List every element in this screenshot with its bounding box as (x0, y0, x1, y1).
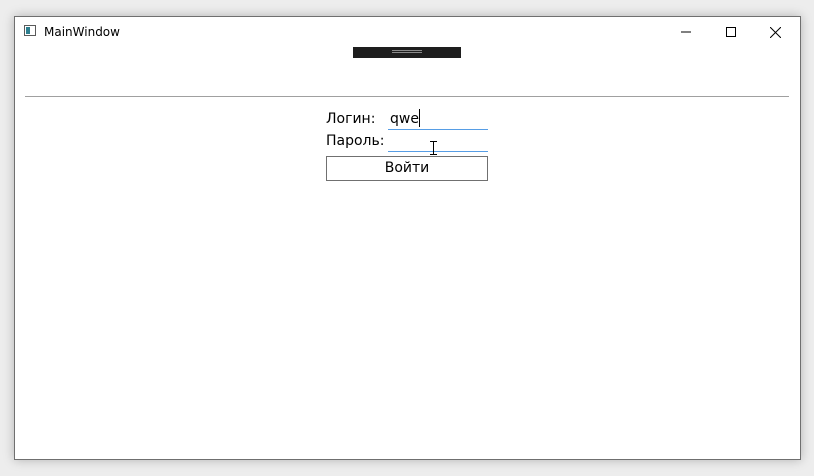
grip-icon (392, 50, 422, 53)
login-input-value: qwe (390, 111, 419, 127)
maximize-button[interactable] (708, 17, 753, 47)
minimize-icon (680, 31, 691, 33)
text-caret (419, 109, 420, 127)
login-input[interactable]: qwe (388, 109, 488, 130)
minimize-button[interactable] (663, 17, 708, 47)
maximize-icon (725, 27, 736, 37)
window-title: MainWindow (44, 25, 120, 39)
drag-handle-strip[interactable] (353, 47, 461, 58)
title-bar[interactable]: MainWindow (15, 17, 800, 47)
login-button[interactable]: Войти (326, 156, 488, 181)
app-window-icon (24, 25, 36, 36)
login-label: Логин: (326, 111, 376, 127)
close-icon (770, 26, 781, 38)
main-window: MainWindow Логин: qwe Пароль: Войти (14, 16, 801, 460)
password-label: Пароль: (326, 133, 385, 149)
close-button[interactable] (753, 17, 798, 47)
ibeam-cursor-icon (430, 141, 437, 155)
password-input[interactable] (388, 131, 488, 152)
horizontal-separator (25, 96, 789, 97)
